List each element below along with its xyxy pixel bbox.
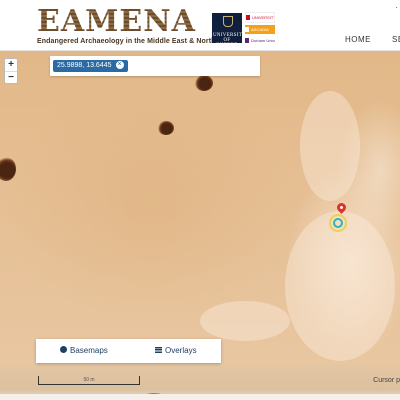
basemaps-label: Basemaps — [70, 346, 108, 355]
terrain-crater — [0, 157, 16, 181]
overlays-button[interactable]: Overlays — [155, 339, 197, 363]
layer-switcher: Basemaps Overlays — [36, 339, 221, 363]
overlays-label: Overlays — [165, 346, 197, 355]
heritage-site-marker-icon[interactable] — [329, 214, 347, 232]
map-scale-bar: 50 m — [38, 376, 140, 385]
basemaps-button[interactable]: Basemaps — [60, 339, 108, 363]
durham-logo[interactable]: Durham University — [245, 36, 275, 45]
coordinate-tag: 25.9898, 13.6445 × — [53, 60, 128, 72]
terrain-crater — [195, 75, 213, 91]
coordinate-value: 25.9898, 13.6445 — [57, 62, 112, 69]
terrain-crater — [158, 121, 174, 135]
cursor-position-label: Cursor p — [373, 377, 400, 384]
sand-dune — [300, 91, 360, 201]
clear-coordinate-icon[interactable]: × — [115, 61, 124, 70]
eamena-logo-subtitle: Endangered Archaeology in the Middle Eas… — [37, 38, 238, 45]
oxford-logo[interactable]: UNIVERSITY OF OXFORD — [212, 13, 246, 48]
globe-icon — [60, 346, 67, 354]
partner-logos: UNIVERSITY OF LEICESTER ARCADIA Durham U… — [245, 12, 275, 47]
menu-dot-icon[interactable]: · — [395, 3, 398, 12]
sand-dune — [200, 301, 290, 341]
site-header: EAMENA Endangered Archaeology in the Mid… — [0, 0, 400, 51]
nav-search-link[interactable]: SE — [392, 35, 400, 44]
arcadia-logo[interactable]: ARCADIA — [245, 25, 275, 34]
coordinate-search-bar[interactable]: 25.9898, 13.6445 × — [50, 56, 260, 76]
nav-home-link[interactable]: HOME — [345, 35, 371, 44]
sand-dune — [285, 211, 395, 361]
zoom-control: + − — [4, 58, 18, 84]
zoom-in-button[interactable]: + — [5, 59, 17, 71]
eamena-logo-title[interactable]: EAMENA — [37, 7, 196, 37]
oxford-logo-text: UNIVERSITY OF OXFORD — [213, 33, 246, 48]
leicester-logo[interactable]: UNIVERSITY OF LEICESTER — [245, 12, 275, 23]
list-icon — [155, 346, 162, 353]
zoom-out-button[interactable]: − — [5, 71, 17, 84]
oxford-crest-icon — [223, 16, 233, 27]
page-bottom-strip — [0, 394, 400, 400]
